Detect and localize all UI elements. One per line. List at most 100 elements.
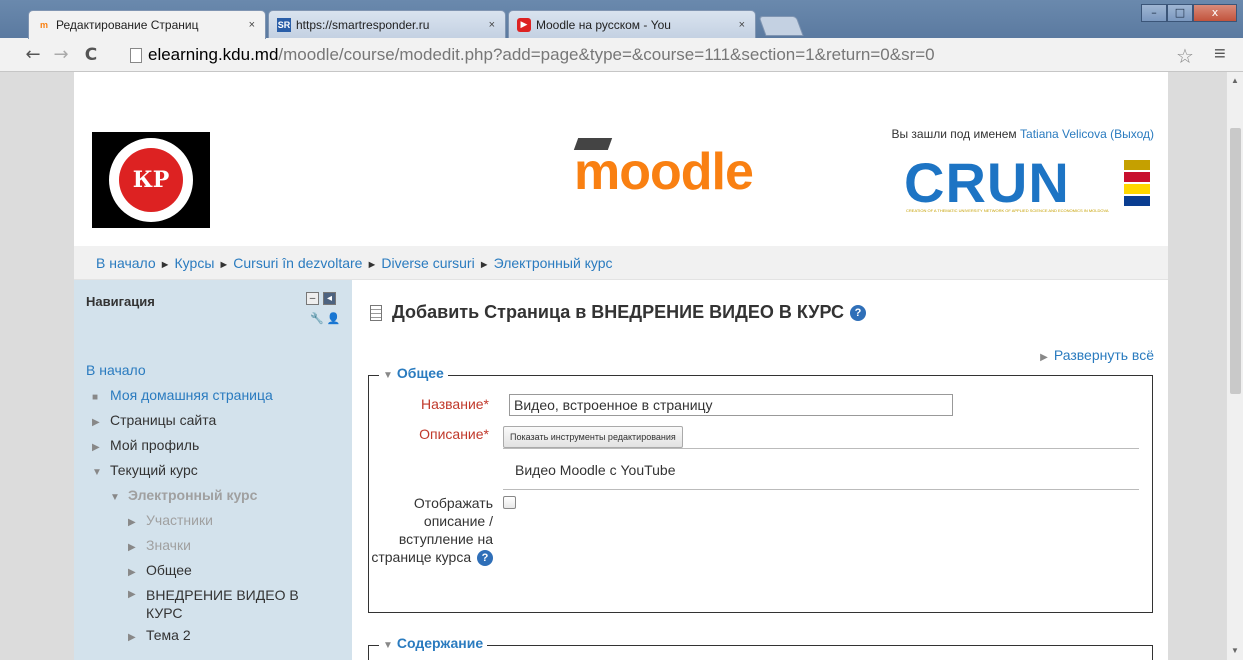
general-section: ▼ Общее Название* Видео, встроенное в стр… bbox=[368, 365, 1153, 613]
graduation-cap-icon bbox=[573, 138, 613, 150]
tab-close-icon[interactable]: × bbox=[739, 19, 745, 31]
sidebar-item-video-section[interactable]: ▶ ВНЕДРЕНИЕ ВИДЕО В КУРС bbox=[86, 583, 346, 623]
user-profile-link[interactable]: Tatiana Velicova bbox=[1020, 127, 1107, 141]
page-viewport: КР Вы зашли под именем Tatiana Velicova … bbox=[0, 72, 1226, 660]
scrollbar-thumb[interactable] bbox=[1230, 128, 1241, 394]
sidebar-item-label: В начало bbox=[86, 362, 146, 378]
sidebar-item-label: ВНЕДРЕНИЕ ВИДЕО В КУРС bbox=[146, 587, 299, 621]
name-label-text: Название bbox=[420, 396, 484, 412]
login-info: Вы зашли под именем Tatiana Velicova (Вы… bbox=[891, 127, 1154, 141]
new-tab-button[interactable] bbox=[758, 16, 804, 36]
help-icon[interactable]: ? bbox=[850, 304, 867, 321]
show-description-label: Отображать описание / вступление на стра… bbox=[369, 494, 493, 567]
breadcrumb-separator-icon: ► bbox=[159, 259, 171, 271]
wrench-icon[interactable]: 🔧 bbox=[310, 313, 324, 325]
sidebar-item-my-profile[interactable]: ▶ Мой профиль bbox=[86, 433, 346, 458]
show-editor-tools-button[interactable]: Показать инструменты редактирования bbox=[503, 426, 683, 448]
collapse-arrow-icon: ▼ bbox=[92, 467, 102, 478]
tab-youtube[interactable]: ▶ Moodle на русском - You × bbox=[508, 10, 756, 38]
address-bar[interactable]: elearning.kdu.md /moodle/course/modedit.… bbox=[130, 43, 1156, 67]
general-section-title: Общее bbox=[396, 365, 444, 381]
dock-block-icon[interactable]: ◂ bbox=[323, 292, 336, 305]
expand-arrow-icon: ▶ bbox=[128, 517, 136, 528]
bookmark-star-icon[interactable]: ☆ bbox=[1176, 44, 1194, 69]
sidebar-item-label: Мой профиль bbox=[110, 437, 200, 453]
breadcrumb-separator-icon: ► bbox=[478, 259, 490, 271]
sidebar-item-label: Тема 2 bbox=[146, 627, 191, 643]
navigation-tree: В начало ■ Моя домашняя страница ▶ Страниц… bbox=[86, 358, 346, 648]
window-controls: – □ x bbox=[1141, 4, 1237, 22]
collapse-arrow-icon: ▼ bbox=[383, 370, 393, 381]
name-input[interactable]: Видео, встроенное в страницу bbox=[509, 394, 953, 416]
sidebar-item-label: Участники bbox=[146, 512, 213, 528]
sidebar-item-current-course[interactable]: ▼ Текущий курс bbox=[86, 458, 346, 483]
breadcrumb-category[interactable]: Cursuri în dezvoltare bbox=[233, 255, 362, 271]
tab-moodle-edit[interactable]: m Редактирование Страниц × bbox=[28, 10, 266, 39]
square-bullet-icon: ■ bbox=[92, 392, 99, 403]
content-section-title: Содержание bbox=[396, 635, 484, 651]
breadcrumb-courses[interactable]: Курсы bbox=[175, 255, 215, 271]
sidebar-item-course[interactable]: ▼ Электронный курс bbox=[86, 483, 346, 508]
sidebar-item-badges[interactable]: ▶ Значки bbox=[86, 533, 346, 558]
vertical-scrollbar[interactable]: ▲ ▼ bbox=[1226, 72, 1243, 660]
crun-logo[interactable]: CRUN bbox=[904, 150, 1070, 215]
expand-all-link[interactable]: ▶ Развернуть всё bbox=[1040, 347, 1154, 363]
kdu-university-logo[interactable]: КР bbox=[92, 132, 210, 228]
browser-menu-icon[interactable]: ≡ bbox=[1214, 43, 1226, 66]
sidebar-item-label: Общее bbox=[146, 562, 192, 578]
sidebar-item-my-home[interactable]: ■ Моя домашняя страница bbox=[86, 383, 346, 408]
minimize-button[interactable]: – bbox=[1141, 4, 1167, 22]
block-controls: – ◂ bbox=[306, 292, 336, 305]
forward-arrow-icon[interactable]: → bbox=[50, 44, 72, 66]
youtube-favicon-icon: ▶ bbox=[517, 17, 531, 32]
page-icon bbox=[130, 47, 142, 63]
description-label: Описание* bbox=[369, 426, 489, 442]
page-title: Добавить Страница в ВНЕДРЕНИЕ ВИДЕО В КУ… bbox=[370, 302, 867, 323]
show-description-label-text: Отображать описание / вступление на стра… bbox=[371, 495, 493, 565]
reload-icon[interactable]: C bbox=[80, 44, 102, 66]
sidebar-item-topic-2[interactable]: ▶ Тема 2 bbox=[86, 623, 346, 648]
sidebar-item-participants[interactable]: ▶ Участники bbox=[86, 508, 346, 533]
sidebar-item-site-pages[interactable]: ▶ Страницы сайта bbox=[86, 408, 346, 433]
collapse-block-icon[interactable]: – bbox=[306, 292, 319, 305]
breadcrumb: В начало ► Курсы ► Cursuri în dezvoltare ► Div… bbox=[74, 246, 1168, 280]
expand-arrow-icon: ▶ bbox=[92, 442, 100, 453]
assign-roles-icon[interactable]: 👤 bbox=[327, 313, 341, 325]
close-window-button[interactable]: x bbox=[1193, 4, 1237, 22]
maximize-button[interactable]: □ bbox=[1167, 4, 1193, 22]
moodle-logo[interactable]: moodle bbox=[573, 138, 754, 202]
kdu-logo-ring: КР bbox=[109, 138, 193, 222]
tab-close-icon[interactable]: × bbox=[489, 19, 495, 31]
logout-link[interactable]: (Выход) bbox=[1110, 127, 1154, 141]
sidebar-item-general[interactable]: ▶ Общее bbox=[86, 558, 346, 583]
moodle-logo-text: moodle bbox=[574, 143, 754, 201]
description-editor[interactable]: Видео Moodle с YouTube bbox=[503, 448, 1139, 490]
site-header: КР Вы зашли под именем Tatiana Velicova … bbox=[74, 72, 1168, 240]
breadcrumb-course[interactable]: Электронный курс bbox=[494, 255, 613, 271]
help-icon[interactable]: ? bbox=[477, 550, 493, 567]
tab-close-icon[interactable]: × bbox=[249, 19, 255, 31]
expand-arrow-icon: ▶ bbox=[128, 567, 136, 578]
browser-toolbar: ← → C elearning.kdu.md /moodle/course/mo… bbox=[0, 38, 1243, 72]
required-icon: * bbox=[483, 396, 489, 412]
back-arrow-icon[interactable]: ← bbox=[22, 44, 44, 66]
kdu-logo-text: КР bbox=[119, 148, 183, 212]
content-section-legend[interactable]: ▼ Содержание bbox=[379, 635, 488, 651]
breadcrumb-subcategory[interactable]: Diverse cursuri bbox=[381, 255, 474, 271]
tab-title: Редактирование Страниц bbox=[56, 18, 199, 32]
sidebar-item-label: Значки bbox=[146, 537, 191, 553]
sidebar-item-home[interactable]: В начало bbox=[86, 358, 346, 383]
moodle-page: КР Вы зашли под именем Tatiana Velicova … bbox=[74, 72, 1168, 660]
tab-smartresponder[interactable]: SR https://smartresponder.ru × bbox=[268, 10, 506, 38]
show-description-checkbox[interactable] bbox=[503, 496, 516, 509]
scroll-down-icon[interactable]: ▼ bbox=[1231, 646, 1239, 655]
navigation-block: Навигация – ◂ 🔧 👤 В начало ■ Моя домашняя… bbox=[74, 280, 352, 660]
expand-arrow-icon: ▶ bbox=[1040, 352, 1048, 363]
general-section-legend[interactable]: ▼ Общее bbox=[379, 365, 448, 381]
url-path: /moodle/course/modedit.php?add=page&type… bbox=[278, 45, 935, 64]
breadcrumb-home[interactable]: В начало bbox=[96, 255, 156, 271]
page-title-text: Добавить Страница в ВНЕДРЕНИЕ ВИДЕО В КУ… bbox=[392, 302, 845, 322]
scroll-up-icon[interactable]: ▲ bbox=[1231, 76, 1239, 85]
tab-title: https://smartresponder.ru bbox=[296, 17, 430, 32]
login-prefix: Вы зашли под именем bbox=[891, 127, 1021, 141]
